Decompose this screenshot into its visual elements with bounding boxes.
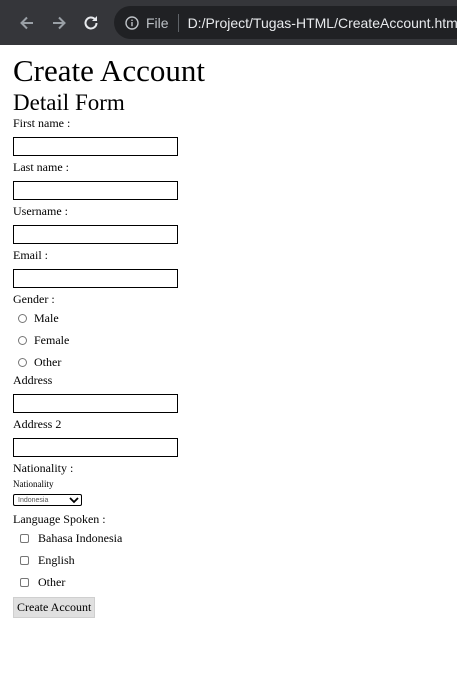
page-title: Create Account xyxy=(13,53,205,88)
gender-option-other[interactable]: Other xyxy=(13,351,453,373)
radio-button[interactable] xyxy=(18,313,27,323)
form-title: Detail Form xyxy=(13,90,125,115)
gender-label: Gender : xyxy=(13,292,55,306)
nationality-label: Nationality : xyxy=(13,461,74,475)
first-name-label: First name : xyxy=(13,116,71,130)
last-name-input[interactable] xyxy=(13,181,178,200)
back-button[interactable] xyxy=(14,10,40,36)
checkbox[interactable] xyxy=(20,577,29,587)
reload-icon xyxy=(84,15,98,29)
last-name-label: Last name : xyxy=(13,160,69,174)
arrow-right-icon xyxy=(53,16,66,29)
language-label: Language Spoken : xyxy=(13,512,106,526)
address2-input[interactable] xyxy=(13,438,178,457)
address-input[interactable] xyxy=(13,394,178,413)
url-text[interactable]: D:/Project/Tugas-HTML/CreateAccount.html xyxy=(188,15,457,31)
address-label: Address xyxy=(13,373,53,387)
address-bar[interactable]: File D:/Project/Tugas-HTML/CreateAccount… xyxy=(114,6,457,39)
email-label: Email : xyxy=(13,248,48,262)
radio-button[interactable] xyxy=(18,357,27,367)
checkbox[interactable] xyxy=(20,555,29,565)
nationality-small-label: Nationality xyxy=(13,479,54,489)
gender-option-male[interactable]: Male xyxy=(13,307,453,329)
chevron-down-icon xyxy=(69,497,79,504)
address-divider xyxy=(177,13,179,32)
create-account-button[interactable]: Create Account xyxy=(13,597,96,618)
browser-toolbar: File D:/Project/Tugas-HTML/CreateAccount… xyxy=(0,0,457,45)
gender-option-label: Female xyxy=(34,332,70,347)
reload-button[interactable] xyxy=(78,10,104,36)
nationality-select[interactable]: Indonesia xyxy=(13,494,82,506)
nationality-selected-value: Indonesia xyxy=(18,496,49,504)
username-label: Username : xyxy=(13,204,68,218)
address2-label: Address 2 xyxy=(13,417,62,431)
language-option-other[interactable]: Other xyxy=(13,571,453,593)
language-option-label: Bahasa Indonesia xyxy=(38,530,123,545)
checkbox[interactable] xyxy=(20,533,29,543)
file-scheme-label: File xyxy=(146,14,169,31)
gender-option-female[interactable]: Female xyxy=(13,329,453,351)
gender-option-label: Other xyxy=(34,354,62,369)
language-option-bahasa[interactable]: Bahasa Indonesia xyxy=(13,527,453,549)
first-name-input[interactable] xyxy=(13,137,178,156)
language-option-label: English xyxy=(38,552,75,567)
gender-option-label: Male xyxy=(34,310,59,325)
info-icon[interactable] xyxy=(125,15,139,30)
username-input[interactable] xyxy=(13,225,178,244)
arrow-left-icon xyxy=(20,16,33,29)
radio-button[interactable] xyxy=(18,335,27,345)
language-option-label: Other xyxy=(38,574,66,589)
forward-button[interactable] xyxy=(46,10,72,36)
email-input[interactable] xyxy=(13,269,178,288)
language-option-english[interactable]: English xyxy=(13,549,453,571)
page-content: Create Account Detail Form First name : … xyxy=(13,52,453,618)
